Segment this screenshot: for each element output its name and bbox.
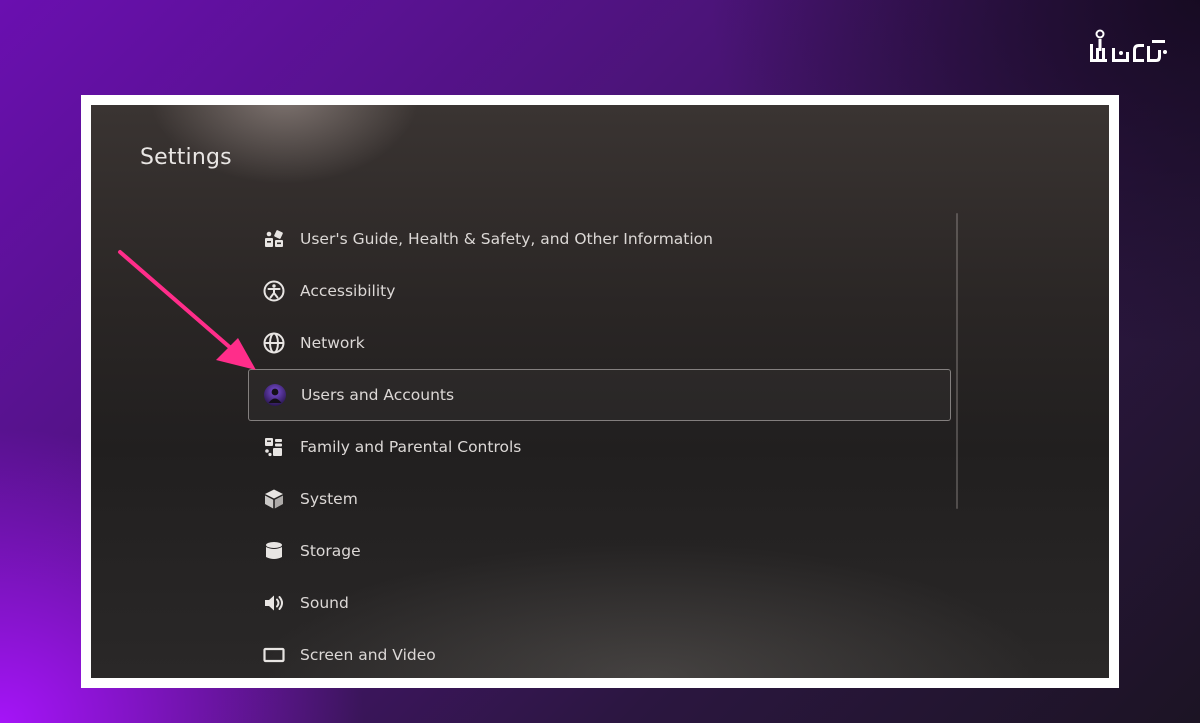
menu-item-label: Network	[300, 334, 365, 352]
menu-item-label: Sound	[300, 594, 349, 612]
screen-icon	[262, 643, 286, 667]
brand-logo	[1090, 29, 1167, 62]
menu-item-screen-and-video[interactable]: Screen and Video	[248, 629, 951, 678]
cube-icon	[262, 487, 286, 511]
menu-item-label: Screen and Video	[300, 646, 436, 664]
storage-icon	[262, 539, 286, 563]
menu-item-network[interactable]: Network	[248, 317, 951, 369]
menu-item-label: Storage	[300, 542, 361, 560]
menu-item-label: User's Guide, Health & Safety, and Other…	[300, 230, 713, 248]
annotation-arrow	[118, 250, 256, 370]
speaker-icon	[262, 591, 286, 615]
menu-item-storage[interactable]: Storage	[248, 525, 951, 577]
menu-item-users-guide[interactable]: User's Guide, Health & Safety, and Other…	[248, 213, 951, 265]
menu-item-label: System	[300, 490, 358, 508]
settings-menu: User's Guide, Health & Safety, and Other…	[248, 213, 951, 678]
family-controls-icon	[262, 435, 286, 459]
screenshot-frame: Settings User's Guide, Health & Safety, …	[81, 95, 1119, 688]
page-title: Settings	[140, 145, 232, 170]
menu-item-label: Family and Parental Controls	[300, 438, 522, 456]
menu-item-accessibility[interactable]: Accessibility	[248, 265, 951, 317]
menu-item-system[interactable]: System	[248, 473, 951, 525]
ps5-settings-screen: Settings User's Guide, Health & Safety, …	[91, 105, 1109, 678]
menu-item-users-and-accounts[interactable]: Users and Accounts	[248, 369, 951, 421]
menu-item-sound[interactable]: Sound	[248, 577, 951, 629]
user-avatar-icon	[263, 383, 287, 407]
menu-item-label: Accessibility	[300, 282, 396, 300]
scrollbar[interactable]	[956, 213, 958, 509]
menu-item-label: Users and Accounts	[301, 386, 455, 404]
menu-item-family-parental-controls[interactable]: Family and Parental Controls	[248, 421, 951, 473]
